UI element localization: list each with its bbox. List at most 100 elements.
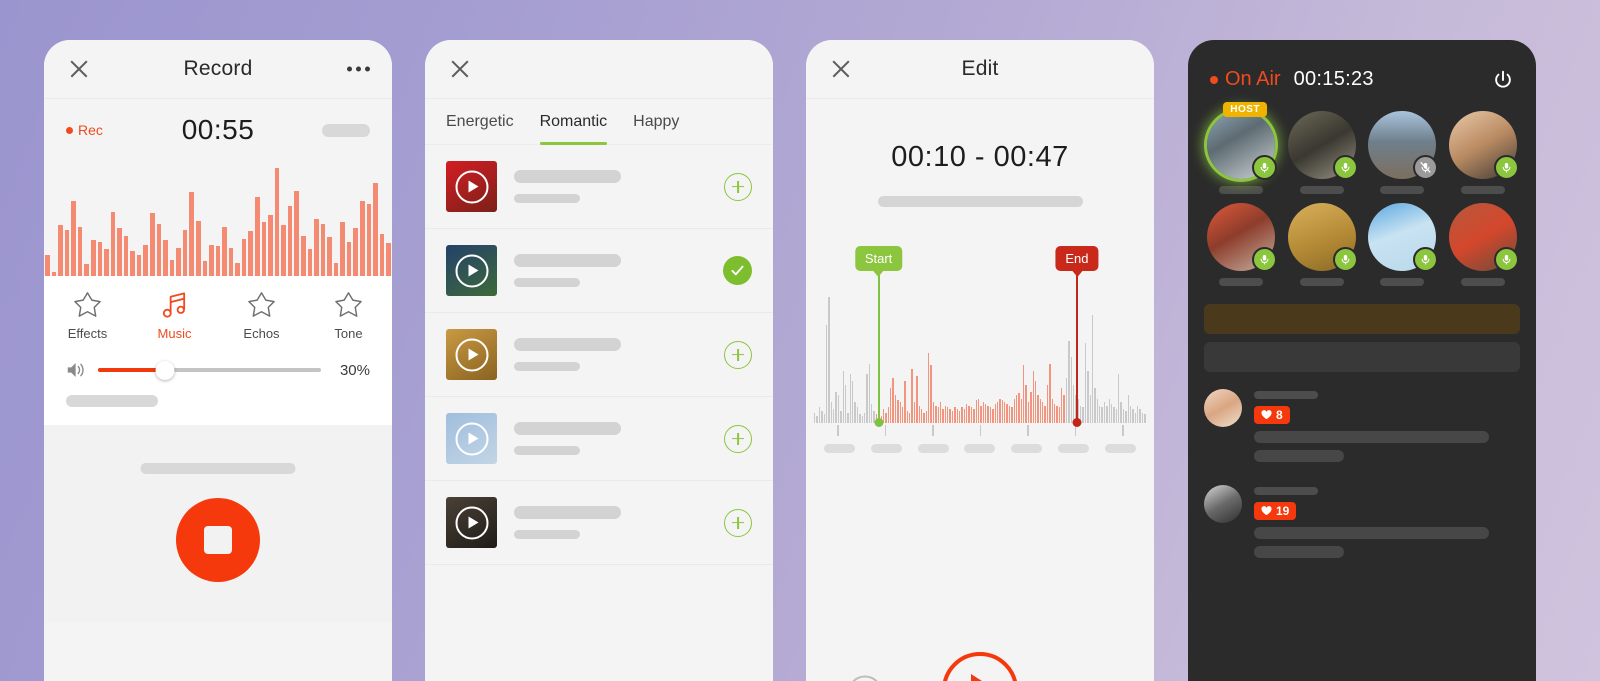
start-marker[interactable]: Start [854, 246, 903, 427]
mic-muted-icon[interactable] [1413, 155, 1439, 180]
start-marker-knob[interactable] [874, 418, 884, 427]
participant[interactable] [1204, 203, 1279, 286]
volume-slider[interactable] [98, 360, 321, 380]
timeline-ruler [814, 425, 1146, 439]
waveform-bar [1103, 402, 1106, 423]
waveform-bar [1139, 409, 1141, 423]
emoji-icon[interactable] [846, 674, 884, 681]
ruler-tick [837, 425, 839, 436]
power-icon[interactable] [1492, 69, 1514, 91]
mic-icon[interactable] [1493, 247, 1519, 272]
effect-tab-music[interactable]: Music [131, 290, 218, 341]
waveform-bar [1118, 374, 1120, 423]
chat-line-placeholder [1254, 546, 1344, 558]
play-circle-icon[interactable] [942, 652, 1018, 681]
close-icon[interactable] [830, 58, 852, 80]
mic-icon[interactable] [1332, 247, 1358, 272]
track-row[interactable] [425, 145, 773, 229]
tab-energetic[interactable]: Energetic [446, 99, 514, 145]
plus-circle-icon[interactable] [724, 508, 752, 537]
waveform-bar [1087, 370, 1089, 423]
track-text-placeholders [514, 338, 707, 371]
mic-icon[interactable] [1413, 247, 1439, 272]
track-row[interactable] [425, 313, 773, 397]
effect-tab-effects[interactable]: Effects [44, 290, 131, 341]
waveform-bar [1053, 403, 1056, 423]
play-icon[interactable] [455, 170, 488, 203]
end-marker-knob[interactable] [1072, 418, 1082, 427]
waveform-bar [1061, 388, 1063, 423]
waveform-bar [882, 409, 885, 423]
chat-message[interactable]: 8 [1204, 389, 1520, 462]
more-options-icon[interactable] [347, 66, 370, 72]
play-icon[interactable] [455, 506, 488, 539]
waveform-bar [1042, 402, 1044, 423]
mic-icon[interactable] [1332, 155, 1358, 180]
close-icon[interactable] [68, 58, 90, 80]
waveform-bar [1125, 410, 1127, 423]
waveform-bar [202, 261, 208, 276]
participant[interactable] [1365, 203, 1440, 286]
stop-record-button[interactable] [176, 498, 260, 582]
chat-message[interactable]: 19 [1204, 485, 1520, 558]
plus-circle-icon[interactable] [724, 172, 752, 201]
track-subtitle-placeholder [514, 278, 580, 287]
track-subtitle-placeholder [514, 530, 580, 539]
waveform-bar [1132, 409, 1134, 423]
tab-romantic[interactable]: Romantic [539, 99, 607, 145]
plus-circle-icon[interactable] [724, 424, 752, 453]
waveform-bar [825, 325, 828, 423]
end-marker[interactable]: End [1055, 246, 1099, 427]
close-icon[interactable] [449, 58, 471, 80]
waveform-bar [999, 398, 1001, 423]
play-icon[interactable] [455, 254, 488, 287]
rec-label: Rec [78, 122, 103, 138]
participant[interactable] [1365, 111, 1440, 194]
ruler-label-placeholder [870, 444, 902, 453]
play-icon[interactable] [455, 338, 488, 371]
participant-name-placeholder [1219, 186, 1264, 194]
avatar-wrapper [1448, 111, 1519, 180]
track-row[interactable] [425, 229, 773, 313]
plus-circle-icon[interactable] [724, 340, 752, 369]
track-title-placeholder [514, 170, 621, 183]
on-air-indicator: On Air [1210, 68, 1281, 91]
waveform-bar [189, 192, 194, 276]
waveform-bar [1044, 405, 1046, 423]
waveform-bar [958, 410, 961, 423]
mic-icon[interactable] [1252, 155, 1278, 180]
play-icon[interactable] [455, 422, 488, 455]
track-row[interactable] [425, 481, 773, 565]
effect-tab-tone[interactable]: Tone [305, 290, 392, 341]
participant[interactable] [1446, 203, 1521, 286]
waveform-bar [980, 405, 982, 423]
check-icon[interactable] [1076, 674, 1114, 681]
participant-name-placeholder [1219, 278, 1264, 286]
live-banner-amber[interactable] [1204, 304, 1520, 334]
waveform-bar [994, 403, 996, 423]
mic-icon[interactable] [1493, 155, 1519, 180]
waveform-bar [346, 241, 352, 276]
track-subtitle-placeholder [514, 194, 580, 203]
mic-icon[interactable] [1252, 247, 1278, 272]
waveform-bar [899, 402, 901, 423]
waveform-bar [939, 402, 942, 423]
like-badge[interactable]: 8 [1254, 406, 1290, 424]
participant-host[interactable]: HOST [1204, 102, 1279, 194]
participant[interactable] [1285, 203, 1360, 286]
like-badge[interactable]: 19 [1254, 502, 1297, 520]
effect-tab-label: Music [157, 326, 192, 341]
live-room-phone: On Air 00:15:23 HOST 8 19 [1188, 40, 1536, 681]
waveform-bar [956, 409, 958, 423]
live-banner-grey[interactable] [1204, 342, 1520, 372]
waveform-bar [143, 244, 148, 276]
tab-happy[interactable]: Happy [633, 99, 679, 145]
participant[interactable] [1285, 111, 1360, 194]
check-circle-icon[interactable] [723, 256, 752, 285]
effect-tab-echos[interactable]: Echos [218, 290, 305, 341]
volume-knob[interactable] [155, 360, 175, 380]
track-row[interactable] [425, 397, 773, 481]
end-marker-stem [1075, 271, 1078, 423]
participant[interactable] [1446, 111, 1521, 194]
waveform-bar [1127, 395, 1129, 423]
